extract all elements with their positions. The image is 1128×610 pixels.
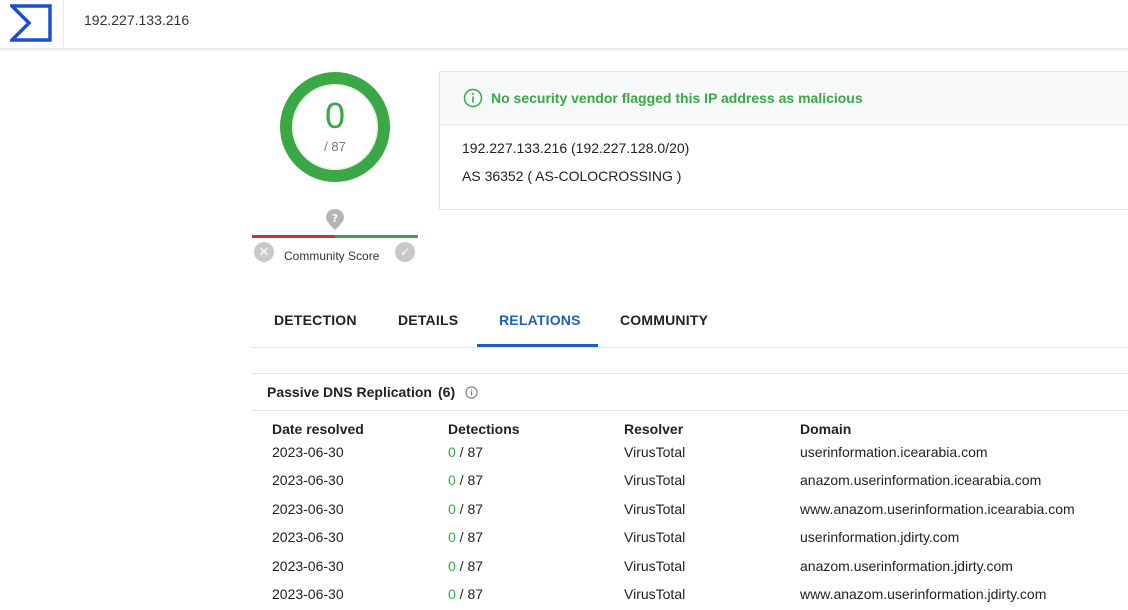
tab-detection[interactable]: DETECTION (274, 312, 357, 328)
ip-range: 192.227.133.216 (192.227.128.0/20) (462, 140, 690, 156)
detection-total: / 87 (455, 558, 484, 574)
row-date: 2023-06-30 (272, 586, 344, 602)
row-resolver: VirusTotal (624, 501, 686, 517)
row-detections: 0 / 87 (448, 472, 483, 488)
detection-count: 0 (448, 444, 456, 460)
detection-count: 0 (448, 558, 456, 574)
row-resolver: VirusTotal (624, 472, 686, 488)
row-date: 2023-06-30 (272, 444, 344, 460)
passive-dns-header: Passive DNS Replication (6) (252, 373, 1128, 411)
tab-relations[interactable]: RELATIONS (499, 312, 581, 328)
row-detections: 0 / 87 (448, 529, 483, 545)
detection-count: 0 (448, 472, 456, 488)
row-detections: 0 / 87 (448, 444, 483, 460)
community-score-label: Community Score (284, 249, 380, 263)
status-message: No security vendor flagged this IP addre… (491, 90, 863, 106)
detection-total: / 87 (455, 501, 484, 517)
column-header-resolver[interactable]: Resolver (624, 421, 683, 437)
asn-info: AS 36352 ( AS-COLOCROSSING ) (462, 168, 682, 184)
detection-count: 0 (448, 501, 456, 517)
top-bar: 192.227.133.216 (0, 0, 1128, 48)
column-header-domain[interactable]: Domain (800, 421, 851, 437)
detection-count: 0 (448, 586, 456, 602)
detection-count: 0 (448, 529, 456, 545)
virustotal-sigma-icon (10, 4, 52, 42)
tab-community[interactable]: COMMUNITY (620, 312, 708, 328)
detection-total: / 87 (455, 472, 484, 488)
detection-total: / 87 (455, 529, 484, 545)
svg-text:?: ? (332, 212, 338, 225)
row-date: 2023-06-30 (272, 501, 344, 517)
detection-total: / 87 (324, 139, 346, 154)
row-domain[interactable]: www.anazom.userinformation.icearabia.com (800, 501, 1075, 517)
detection-total: / 87 (455, 586, 484, 602)
row-detections: 0 / 87 (448, 586, 483, 602)
row-domain[interactable]: anazom.userinformation.icearabia.com (800, 472, 1041, 488)
row-resolver: VirusTotal (624, 558, 686, 574)
search-input[interactable]: 192.227.133.216 (84, 12, 189, 28)
row-domain[interactable]: anazom.userinformation.jdirty.com (800, 558, 1013, 574)
tab-details[interactable]: DETAILS (398, 312, 458, 328)
row-date: 2023-06-30 (272, 472, 344, 488)
info-circle-icon (463, 88, 483, 108)
row-detections: 0 / 87 (448, 501, 483, 517)
section-title: Passive DNS Replication (267, 384, 432, 400)
row-detections: 0 / 87 (448, 558, 483, 574)
row-resolver: VirusTotal (624, 586, 686, 602)
info-icon[interactable] (465, 386, 478, 399)
row-date: 2023-06-30 (272, 529, 344, 545)
row-domain[interactable]: userinformation.jdirty.com (800, 529, 959, 545)
row-resolver: VirusTotal (624, 529, 686, 545)
question-icon: ? (326, 209, 344, 230)
community-score-bar (252, 235, 418, 238)
detection-count: 0 (324, 95, 346, 136)
column-header-date[interactable]: Date resolved (272, 421, 364, 437)
row-resolver: VirusTotal (624, 444, 686, 460)
status-banner: No security vendor flagged this IP addre… (440, 72, 1128, 125)
row-domain[interactable]: www.anazom.userinformation.jdirty.com (800, 586, 1046, 602)
active-tab-indicator (477, 344, 598, 347)
detection-total: / 87 (455, 444, 484, 460)
logo[interactable] (0, 0, 64, 48)
tab-bar: DETECTION DETAILS RELATIONS COMMUNITY (252, 296, 1128, 348)
row-date: 2023-06-30 (272, 558, 344, 574)
column-header-detections[interactable]: Detections (448, 421, 520, 437)
ip-info-card: No security vendor flagged this IP addre… (439, 71, 1128, 210)
check-icon[interactable]: ✓ (395, 242, 415, 262)
row-domain[interactable]: userinformation.icearabia.com (800, 444, 988, 460)
section-count: (6) (438, 384, 456, 400)
close-icon[interactable]: ✕ (254, 242, 274, 262)
